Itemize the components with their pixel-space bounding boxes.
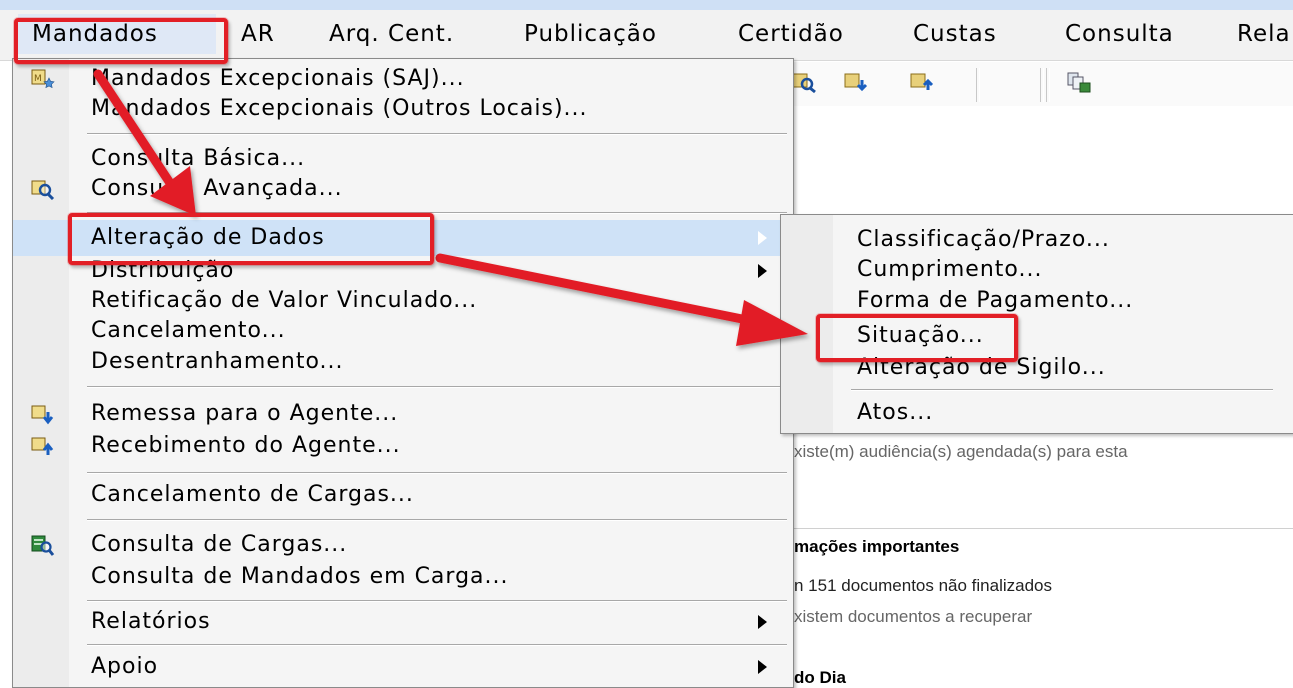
menu-separator: [87, 386, 787, 388]
menu-item-label: Desentranhamento...: [91, 349, 344, 374]
menu-separator: [87, 519, 787, 521]
menu-item-label: Consulta de Cargas...: [91, 532, 348, 557]
mandados-dropdown-menu: M Mandados Excepcionais (SAJ)... Mandado…: [12, 58, 794, 688]
submenu-item-forma-de-pagamento[interactable]: Forma de Pagamento...: [781, 286, 1293, 316]
submenu-arrow-icon: [758, 660, 767, 674]
menu-item-label: Cancelamento de Cargas...: [91, 482, 414, 507]
submenu-item-label: Classificação/Prazo...: [857, 227, 1110, 252]
menu-item-label: Retificação de Valor Vinculado...: [91, 288, 478, 313]
menu-relatorios-truncated[interactable]: Rela: [1237, 14, 1291, 54]
menu-item-recebimento-agente[interactable]: Recebimento do Agente...: [13, 431, 793, 461]
receive-from-agent-icon: [31, 437, 54, 455]
menu-item-cancelamento-cargas[interactable]: Cancelamento de Cargas...: [13, 480, 793, 510]
alteracao-de-dados-submenu: Classificação/Prazo... Cumprimento... Fo…: [780, 214, 1293, 434]
menu-item-retificacao-valor[interactable]: Retificação de Valor Vinculado...: [13, 286, 793, 316]
toolbar-send-icon[interactable]: [844, 70, 870, 94]
menu-item-label: Consulta de Mandados em Carga...: [91, 564, 509, 589]
svg-text:M: M: [34, 74, 42, 84]
menu-separator: [87, 644, 787, 646]
toolbar-receive-icon[interactable]: [910, 70, 936, 94]
audiencia-notice: xiste(m) audiência(s) agendada(s) para e…: [794, 442, 1128, 461]
toolbar-documents-icon[interactable]: [1066, 70, 1092, 94]
menu-bar: Mandados AR Arq. Cent. Publicação Certid…: [0, 10, 1293, 61]
menu-item-label: Cancelamento...: [91, 318, 286, 343]
submenu-item-classificacao-prazo[interactable]: Classificação/Prazo...: [781, 225, 1293, 255]
menu-item-label: Relatórios: [91, 609, 211, 634]
menu-publicacao[interactable]: Publicação: [524, 14, 657, 54]
cargo-search-icon: [31, 535, 55, 556]
menu-mandados-label: Mandados: [32, 21, 158, 47]
menu-item-desentranhamento[interactable]: Desentranhamento...: [13, 347, 793, 377]
window-top-strip: [0, 0, 1293, 10]
mandado-star-icon: M: [31, 69, 55, 89]
submenu-item-atos[interactable]: Atos...: [781, 398, 1293, 428]
submenu-arrow-icon: [758, 231, 767, 245]
menu-separator: [87, 472, 787, 474]
menu-item-label: Consulta Básica...: [91, 146, 306, 171]
menu-item-label: Recebimento do Agente...: [91, 433, 401, 458]
menu-custas[interactable]: Custas: [913, 14, 997, 54]
menu-item-consulta-mandados-carga[interactable]: Consulta de Mandados em Carga...: [13, 562, 793, 592]
submenu-item-label: Alteração de Sigilo...: [857, 355, 1106, 380]
menu-item-consulta-cargas[interactable]: Consulta de Cargas...: [13, 530, 793, 560]
menu-separator: [87, 212, 787, 214]
menu-separator: [87, 600, 787, 602]
menu-item-consulta-basica[interactable]: Consulta Básica...: [13, 144, 793, 174]
menu-item-label: Mandados Excepcionais (SAJ)...: [91, 66, 465, 91]
documents-to-recover-text: xistem documentos a recuperar: [794, 607, 1033, 626]
menu-item-remessa-agente[interactable]: Remessa para o Agente...: [13, 399, 793, 429]
menu-item-distribuicao[interactable]: Distribuição: [13, 256, 793, 286]
submenu-item-label: Atos...: [857, 400, 934, 425]
submenu-separator: [851, 389, 1273, 391]
menu-separator: [87, 133, 787, 135]
menu-ar[interactable]: AR: [241, 14, 275, 54]
menu-item-apoio[interactable]: Apoio: [13, 652, 793, 682]
submenu-item-label: Cumprimento...: [857, 257, 1043, 282]
toolbar-search-icon[interactable]: [792, 70, 818, 94]
toolbar-separator: [1040, 68, 1044, 102]
menu-item-label: Mandados Excepcionais (Outros Locais)...: [91, 96, 588, 121]
menu-item-label: Alteração de Dados: [91, 225, 325, 250]
background-toolbar: [790, 62, 1293, 106]
advanced-search-icon: [31, 180, 55, 200]
menu-item-cancelamento[interactable]: Cancelamento...: [13, 316, 793, 346]
submenu-item-situacao[interactable]: Situação...: [781, 321, 1293, 351]
menu-item-label: Remessa para o Agente...: [91, 401, 399, 426]
menu-item-mandados-excepcionais-saj[interactable]: M Mandados Excepcionais (SAJ)...: [13, 64, 793, 94]
menu-consulta[interactable]: Consulta: [1065, 14, 1174, 54]
documents-not-finalized-link[interactable]: n 151 documentos não finalizados: [794, 576, 1052, 596]
menu-item-label: Consulta Avançada...: [91, 176, 343, 201]
menu-arq-cent[interactable]: Arq. Cent.: [329, 14, 454, 54]
menu-item-consulta-avancada[interactable]: Consulta Avançada...: [13, 174, 793, 204]
submenu-item-cumprimento[interactable]: Cumprimento...: [781, 255, 1293, 285]
menu-certidao[interactable]: Certidão: [738, 14, 844, 54]
menu-item-relatorios[interactable]: Relatórios: [13, 607, 793, 637]
toolbar-separator: [1046, 68, 1050, 102]
menu-item-alteracao-de-dados[interactable]: Alteração de Dados: [13, 220, 793, 256]
menu-mandados[interactable]: Mandados: [18, 14, 216, 54]
menu-item-label: Apoio: [91, 654, 159, 679]
menu-item-mandados-excepcionais-outros[interactable]: Mandados Excepcionais (Outros Locais)...: [13, 94, 793, 124]
submenu-item-label: Situação...: [857, 323, 984, 348]
toolbar-separator: [976, 68, 980, 102]
submenu-arrow-icon: [758, 264, 767, 278]
submenu-arrow-icon: [758, 615, 767, 629]
divider: [780, 528, 1293, 529]
day-section-title: do Dia: [794, 668, 846, 687]
important-info-title: mações importantes: [794, 537, 960, 556]
submenu-item-label: Forma de Pagamento...: [857, 288, 1134, 313]
menu-item-label: Distribuição: [91, 258, 235, 283]
submenu-item-alteracao-de-sigilo[interactable]: Alteração de Sigilo...: [781, 353, 1293, 383]
send-to-agent-icon: [31, 405, 54, 425]
